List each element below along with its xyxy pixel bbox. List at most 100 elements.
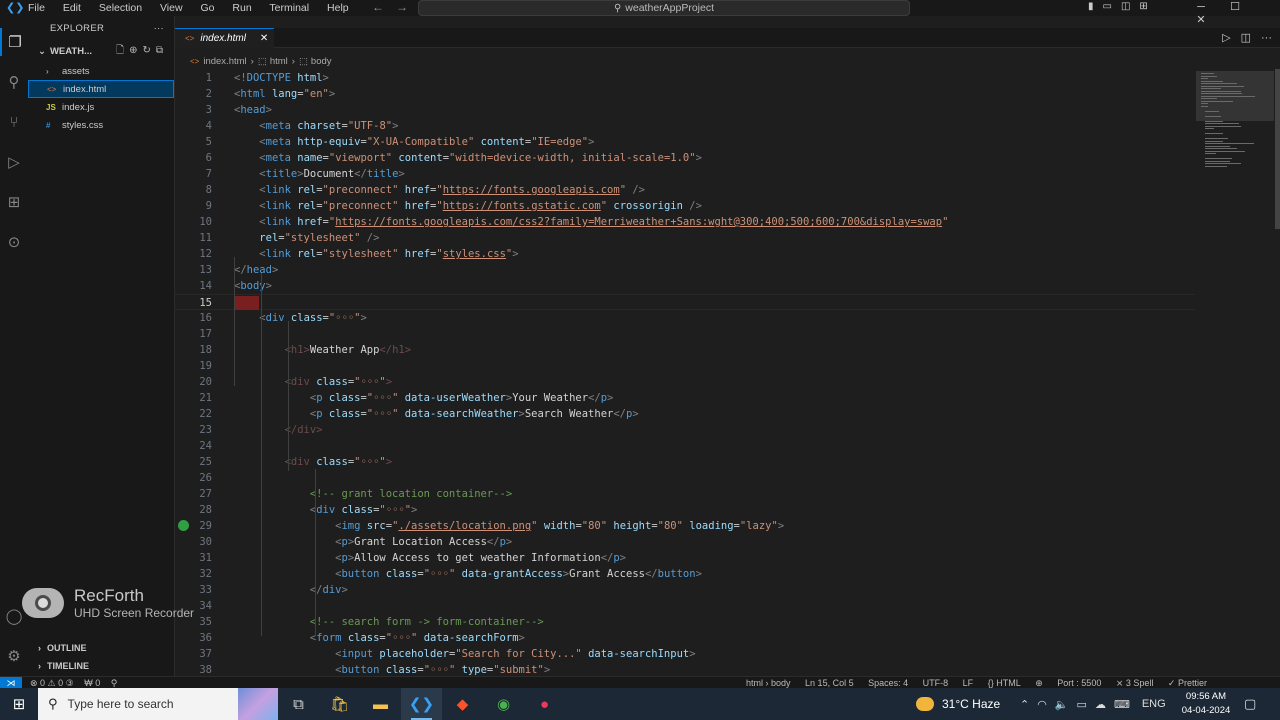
recorder-app-icon[interactable]: ●	[524, 688, 565, 720]
workspace-folder[interactable]: ⌄ WEATH... 🗋⊕↻⧉	[28, 40, 174, 62]
outline-section[interactable]: › OUTLINE	[28, 639, 175, 657]
toggle-panel-icon[interactable]: ▭	[1103, 1, 1112, 12]
breadcrumb-item[interactable]: body	[311, 56, 332, 67]
extensions-icon[interactable]: ⊞	[0, 188, 28, 216]
language-indicator[interactable]: ENG	[1142, 698, 1166, 710]
live-share-glyph-icon[interactable]	[178, 520, 189, 531]
tab-index-html[interactable]: <> index.html ✕	[175, 28, 274, 48]
code-line[interactable]: 5 <meta http-equiv="X-UA-Compatible" con…	[175, 134, 1195, 150]
collapse-all-icon[interactable]: ⧉	[156, 45, 168, 56]
source-control-icon[interactable]: ⑂	[0, 108, 28, 136]
chrome-icon[interactable]: ◉	[483, 688, 524, 720]
code-line[interactable]: 15	[175, 294, 1195, 310]
code-line[interactable]: 29 <img src="./assets/location.png" widt…	[175, 518, 1195, 534]
remote-icon[interactable]: ⊙	[0, 228, 28, 256]
code-line[interactable]: 2 <html lang="en">	[175, 86, 1195, 102]
code-line[interactable]: 21 <p class="◦◦◦" data-userWeather>Your …	[175, 390, 1195, 406]
tree-item-index-html[interactable]: <> index.html	[28, 80, 174, 98]
notification-icon[interactable]: ▢	[1244, 696, 1256, 712]
timeline-section[interactable]: › TIMELINE	[28, 657, 175, 675]
code-line[interactable]: 11 rel="stylesheet" />	[175, 230, 1195, 246]
code-line[interactable]: 19	[175, 358, 1195, 374]
taskbar-search[interactable]: ⚲ Type here to search	[38, 688, 278, 720]
code-line[interactable]: 31 <p>Allow Access to get weather Inform…	[175, 550, 1195, 566]
command-center[interactable]: ⚲ weatherAppProject	[418, 0, 910, 16]
code-line[interactable]: 23 </div>	[175, 422, 1195, 438]
breadcrumb-item[interactable]: index.html	[203, 56, 246, 67]
live-server-port[interactable]: Port : 5500	[1057, 678, 1101, 688]
new-file-icon[interactable]: 🗋	[116, 45, 129, 56]
brave-browser-icon[interactable]: ◆	[442, 688, 483, 720]
volume-icon[interactable]: 🔈	[1055, 698, 1069, 711]
store-icon[interactable]: 🛍	[319, 688, 360, 720]
menu-edit[interactable]: Edit	[63, 2, 81, 14]
more-actions-icon[interactable]: ···	[1261, 32, 1272, 44]
indentation[interactable]: Spaces: 4	[868, 678, 908, 688]
code-line[interactable]: 25 <div class="◦◦◦">	[175, 454, 1195, 470]
menu-go[interactable]: Go	[200, 2, 214, 14]
tree-item-assets[interactable]: › assets	[28, 62, 174, 80]
new-folder-icon[interactable]: ⊕	[129, 45, 142, 56]
code-line[interactable]: 33 </div>	[175, 582, 1195, 598]
menu-selection[interactable]: Selection	[99, 2, 142, 14]
explorer-icon[interactable]: ❐	[0, 28, 28, 56]
code-line[interactable]: 1 <!DOCTYPE html>	[175, 70, 1195, 86]
problems-indicator[interactable]: ⊗ 0 ⚠ 0 ③	[30, 678, 74, 688]
windows-start-icon[interactable]: ⊞	[0, 688, 38, 720]
code-line[interactable]: 34	[175, 598, 1195, 614]
status-breadcrumb[interactable]: html › body	[746, 678, 791, 688]
maximize-icon[interactable]: ☐	[1218, 0, 1252, 13]
onedrive-icon[interactable]: ☁	[1095, 698, 1106, 711]
chevron-up-icon[interactable]: ⌃	[1020, 698, 1029, 711]
vscode-taskbar-icon[interactable]: ❮❯	[401, 688, 442, 720]
keyboard-icon[interactable]: ⌨	[1114, 698, 1130, 711]
cursor-position[interactable]: Ln 15, Col 5	[805, 678, 854, 688]
clock[interactable]: 09:56 AM 04-04-2024	[1176, 690, 1236, 718]
breadcrumb-item[interactable]: html	[270, 56, 288, 67]
ports-indicator[interactable]: ₩ 0	[84, 678, 100, 688]
code-line[interactable]: 24	[175, 438, 1195, 454]
line-ending[interactable]: LF	[963, 678, 974, 688]
menu-file[interactable]: File	[28, 2, 45, 14]
refresh-icon[interactable]: ↻	[142, 45, 155, 56]
code-line[interactable]: 13 </head>	[175, 262, 1195, 278]
menu-terminal[interactable]: Terminal	[269, 2, 309, 14]
code-line[interactable]: 32 <button class="◦◦◦" data-grantAccess>…	[175, 566, 1195, 582]
code-line[interactable]: 20 <div class="◦◦◦">	[175, 374, 1195, 390]
settings-gear-icon[interactable]: ⚙	[0, 642, 28, 670]
code-line[interactable]: 26	[175, 470, 1195, 486]
customize-layout-icon[interactable]: ⊞	[1139, 1, 1147, 12]
code-line[interactable]: 28 <div class="◦◦◦">	[175, 502, 1195, 518]
menu-help[interactable]: Help	[327, 2, 349, 14]
task-view-icon[interactable]: ⧉	[278, 688, 319, 720]
run-icon[interactable]: ▷	[1222, 32, 1230, 44]
minimize-icon[interactable]: ─	[1184, 1, 1218, 13]
wifi-icon[interactable]: ◠	[1037, 698, 1047, 711]
code-line[interactable]: 16 <div class="◦◦◦">	[175, 310, 1195, 326]
close-tab-icon[interactable]: ✕	[260, 33, 268, 44]
code-line[interactable]: 9 <link rel="preconnect" href="https://f…	[175, 198, 1195, 214]
code-line[interactable]: 18 <h1>Weather App</h1>	[175, 342, 1195, 358]
feedback-icon[interactable]: ⊕	[1035, 678, 1043, 688]
close-icon[interactable]: ✕	[1184, 13, 1218, 26]
code-line[interactable]: 10 <link href="https://fonts.googleapis.…	[175, 214, 1195, 230]
code-line[interactable]: 14 <body>	[175, 278, 1195, 294]
code-line[interactable]: 8 <link rel="preconnect" href="https://f…	[175, 182, 1195, 198]
code-line[interactable]: 37 <input placeholder="Search for City..…	[175, 646, 1195, 662]
code-line[interactable]: 7 <title>Document</title>	[175, 166, 1195, 182]
code-line[interactable]: 38 <button class="◦◦◦" type="submit">	[175, 662, 1195, 676]
code-line[interactable]: 3 <head>	[175, 102, 1195, 118]
code-line[interactable]: 17	[175, 326, 1195, 342]
code-line[interactable]: 22 <p class="◦◦◦" data-searchWeather>Sea…	[175, 406, 1195, 422]
back-arrow-icon[interactable]: ←	[372, 0, 384, 14]
split-editor-icon[interactable]: ◫	[1241, 32, 1251, 44]
language-mode[interactable]: {} HTML	[988, 678, 1021, 688]
file-explorer-icon[interactable]: ▬	[360, 688, 401, 720]
menu-run[interactable]: Run	[232, 2, 251, 14]
toggle-secondary-sidebar-icon[interactable]: ◫	[1121, 1, 1130, 12]
menu-view[interactable]: View	[160, 2, 183, 14]
spell-check[interactable]: ⨯ 3 Spell	[1116, 678, 1154, 688]
prettier-status[interactable]: ✓ Prettier	[1168, 678, 1207, 688]
code-line[interactable]: 30 <p>Grant Location Access</p>	[175, 534, 1195, 550]
run-debug-icon[interactable]: ▷	[0, 148, 28, 176]
